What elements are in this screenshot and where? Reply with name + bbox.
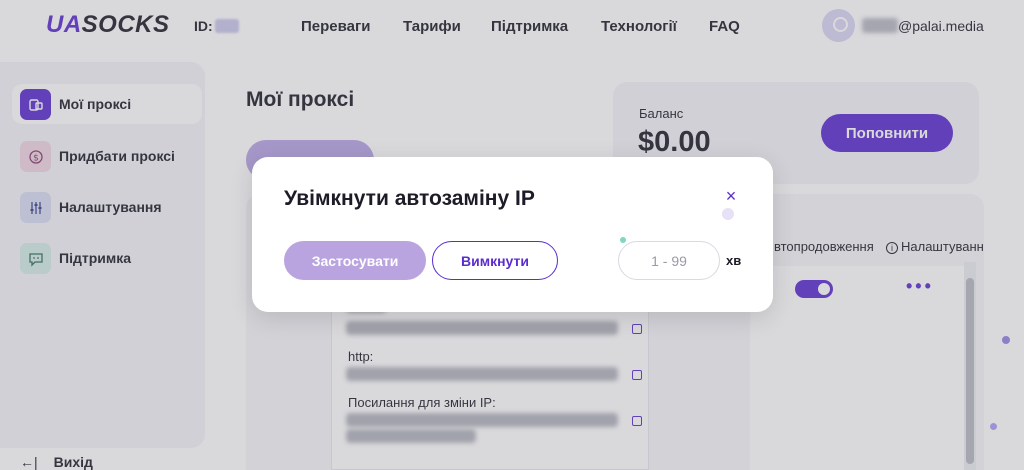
decor-dot	[990, 423, 997, 430]
decor-dot	[620, 237, 626, 243]
apply-button[interactable]: Застосувати	[284, 241, 426, 280]
minutes-input[interactable]	[618, 241, 720, 280]
modal-title: Увімкнути автозаміну IP	[284, 187, 535, 210]
minutes-unit-label: хв	[726, 253, 742, 268]
auto-ip-change-modal: Увімкнути автозаміну IP × Застосувати Ви…	[252, 157, 773, 312]
disable-button[interactable]: Вимкнути	[432, 241, 558, 280]
decor-dot	[1002, 336, 1010, 344]
close-icon[interactable]: ×	[722, 187, 740, 205]
decor-dot	[722, 208, 734, 220]
